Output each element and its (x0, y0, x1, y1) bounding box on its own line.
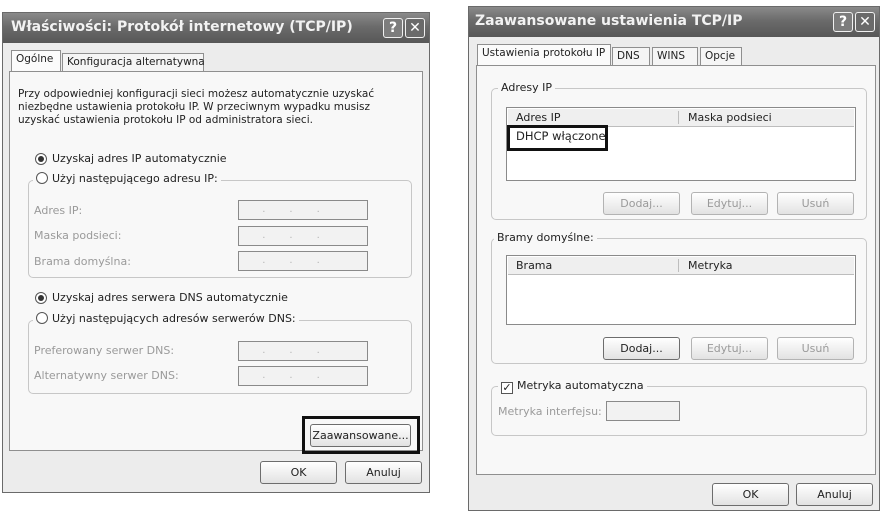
dialog-title: Zaawansowane ustawienia TCP/IP (475, 13, 743, 29)
preferred-dns-field[interactable]: ... (238, 341, 368, 361)
tcpip-properties-dialog: Właściwości: Protokół internetowy (TCP/I… (2, 12, 430, 493)
ip-addresses-legend: Adresy IP (498, 81, 555, 94)
interface-metric-field[interactable] (606, 401, 680, 421)
column-header-ip[interactable]: Adres IP (516, 111, 560, 124)
ip-settings-panel: Adresy IP Adres IP Maska podsieci DHCP w… (476, 65, 876, 475)
radio-auto-dns[interactable] (35, 292, 47, 304)
manual-ip-group: Użyj następującego adresu IP: Adres IP: … (28, 172, 412, 278)
radio-auto-ip[interactable] (35, 153, 47, 165)
advanced-tcpip-dialog: Zaawansowane ustawienia TCP/IP ? ✕ Ustaw… (468, 6, 880, 511)
cancel-button[interactable]: Anuluj (345, 461, 422, 484)
tab-alternate-config[interactable]: Konfiguracja alternatywna (62, 53, 205, 71)
default-gateway-label: Brama domyślna: (34, 255, 131, 268)
column-separator[interactable] (678, 259, 679, 272)
subnet-mask-field[interactable]: ... (238, 226, 368, 246)
gateway-remove-button[interactable]: Usuń (777, 337, 854, 360)
manual-dns-group: Użyj następujących adresów serwerów DNS:… (28, 312, 412, 394)
ip-add-button[interactable]: Dodaj... (603, 192, 680, 215)
title-bar[interactable]: Zaawansowane ustawienia TCP/IP ? ✕ (469, 7, 879, 37)
gateway-list-header: Brama Metryka (508, 257, 854, 275)
title-bar[interactable]: Właściwości: Protokół internetowy (TCP/I… (3, 13, 429, 43)
column-header-mask[interactable]: Maska podsieci (688, 111, 772, 124)
auto-metric-group: ✓ Metryka automatyczna Metryka interfejsu… (491, 379, 867, 436)
ok-button[interactable]: OK (260, 461, 337, 484)
radio-manual-ip-label[interactable]: Użyj następującego adresu IP: (52, 172, 218, 185)
ip-remove-button[interactable]: Usuń (777, 192, 854, 215)
preferred-dns-label: Preferowany serwer DNS: (34, 344, 175, 357)
alternate-dns-label: Alternatywny serwer DNS: (34, 369, 179, 382)
tab-options[interactable]: Opcje (700, 47, 742, 65)
help-button[interactable]: ? (833, 12, 853, 32)
ip-address-field[interactable]: ... (238, 200, 368, 220)
radio-auto-ip-label[interactable]: Uzyskaj adres IP automatycznie (52, 152, 227, 165)
column-header-gateway[interactable]: Brama (516, 259, 552, 272)
manual-ip-legend: Użyj następującego adresu IP: (33, 172, 221, 185)
column-header-metric[interactable]: Metryka (688, 259, 733, 272)
manual-dns-legend: Użyj następujących adresów serwerów DNS: (33, 312, 299, 325)
alternate-dns-field[interactable]: ... (238, 366, 368, 386)
column-separator[interactable] (678, 111, 679, 124)
gateway-edit-button[interactable]: Edytuj... (691, 337, 768, 360)
cancel-button[interactable]: Anuluj (796, 483, 873, 506)
ip-address-list[interactable]: Adres IP Maska podsieci DHCP włączone (506, 107, 856, 181)
radio-manual-dns[interactable] (36, 312, 48, 324)
interface-metric-label: Metryka interfejsu: (498, 405, 602, 418)
auto-metric-legend: ✓ Metryka automatyczna (498, 379, 647, 394)
auto-metric-label[interactable]: Metryka automatyczna (517, 379, 644, 392)
ip-addresses-group: Adresy IP Adres IP Maska podsieci DHCP w… (491, 81, 867, 220)
general-tab-panel: Przy odpowiedniej konfiguracji sieci moż… (9, 71, 423, 454)
default-gateway-field[interactable]: ... (238, 251, 368, 271)
tab-general[interactable]: Ogólne (11, 50, 61, 71)
close-button[interactable]: ✕ (855, 12, 875, 32)
subnet-mask-label: Maska podsieci: (34, 229, 122, 242)
help-button[interactable]: ? (383, 18, 403, 38)
default-gateways-legend: Bramy domyślne: (494, 231, 597, 244)
tab-ip-settings[interactable]: Ustawienia protokołu IP (477, 44, 611, 65)
description-text: Przy odpowiedniej konfiguracji sieci moż… (18, 88, 375, 126)
radio-manual-dns-label[interactable]: Użyj następujących adresów serwerów DNS: (52, 312, 296, 325)
ip-address-label: Adres IP: (34, 204, 83, 217)
gateway-add-button[interactable]: Dodaj... (603, 337, 680, 360)
radio-manual-ip[interactable] (36, 172, 48, 184)
default-gateways-group: Bramy domyślne: Brama Metryka Dodaj... E… (491, 231, 867, 364)
radio-auto-dns-label[interactable]: Uzyskaj adres serwera DNS automatycznie (52, 291, 288, 304)
dialog-title: Właściwości: Protokół internetowy (TCP/I… (11, 19, 353, 35)
auto-metric-checkbox[interactable]: ✓ (501, 382, 513, 394)
close-button[interactable]: ✕ (405, 18, 425, 38)
gateway-list[interactable]: Brama Metryka (506, 255, 856, 325)
dhcp-entry-highlight (507, 125, 608, 151)
tab-dns[interactable]: DNS (612, 47, 650, 65)
tab-wins[interactable]: WINS (652, 47, 698, 65)
ip-edit-button[interactable]: Edytuj... (691, 192, 768, 215)
ok-button[interactable]: OK (712, 483, 789, 506)
advanced-button-highlight (302, 416, 420, 454)
